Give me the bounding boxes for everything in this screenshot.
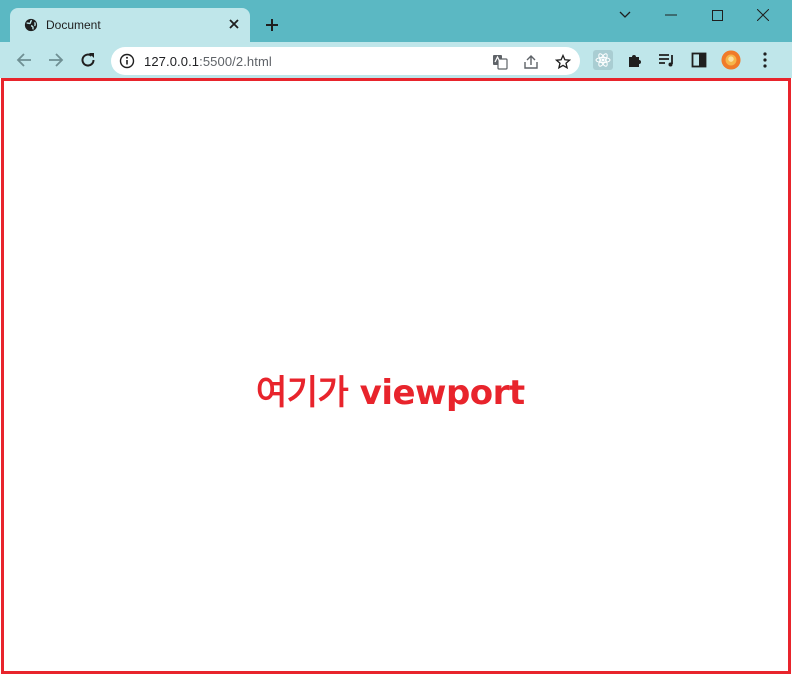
close-icon xyxy=(757,9,769,21)
extensions-puzzle-icon[interactable] xyxy=(625,50,645,70)
back-button[interactable] xyxy=(12,48,36,72)
browser-titlebar: Document xyxy=(0,0,792,42)
maximize-button[interactable] xyxy=(694,0,740,30)
globe-icon xyxy=(24,18,38,32)
side-panel-icon[interactable] xyxy=(689,50,709,70)
close-window-button[interactable] xyxy=(740,0,786,30)
minimize-icon xyxy=(665,14,677,16)
reading-list-icon[interactable] xyxy=(657,50,677,70)
page-viewport: 여기가 viewport xyxy=(1,78,791,674)
maximize-icon xyxy=(711,9,723,21)
react-devtools-icon[interactable] xyxy=(593,50,613,70)
arrow-right-icon xyxy=(49,53,64,67)
browser-toolbar: 127.0.0.1:5500/2.html xyxy=(0,42,792,78)
browser-tab[interactable]: Document xyxy=(10,8,250,42)
info-icon[interactable] xyxy=(119,53,135,69)
profile-avatar[interactable] xyxy=(721,50,741,70)
arrow-left-icon xyxy=(16,53,31,67)
forward-button[interactable] xyxy=(44,48,68,72)
minimize-button[interactable] xyxy=(648,0,694,30)
translate-icon[interactable] xyxy=(491,53,509,71)
reload-icon xyxy=(81,53,95,67)
url-host: 127.0.0.1 xyxy=(144,54,200,69)
tab-search-button[interactable] xyxy=(602,0,648,30)
plus-icon xyxy=(266,19,278,31)
chevron-down-icon xyxy=(619,11,631,18)
address-bar[interactable]: 127.0.0.1:5500/2.html xyxy=(111,47,580,75)
url-path: :5500/2.html xyxy=(199,54,272,69)
new-tab-button[interactable] xyxy=(262,15,282,35)
bookmark-star-icon[interactable] xyxy=(554,53,572,71)
tab-close-icon[interactable] xyxy=(225,15,243,33)
url-text[interactable]: 127.0.0.1:5500/2.html xyxy=(144,54,272,69)
kebab-menu-icon[interactable] xyxy=(755,50,775,70)
share-icon[interactable] xyxy=(522,53,540,71)
reload-button[interactable] xyxy=(76,48,100,72)
tab-title: Document xyxy=(46,18,101,32)
viewport-annotation: 여기가 viewport xyxy=(256,373,525,413)
